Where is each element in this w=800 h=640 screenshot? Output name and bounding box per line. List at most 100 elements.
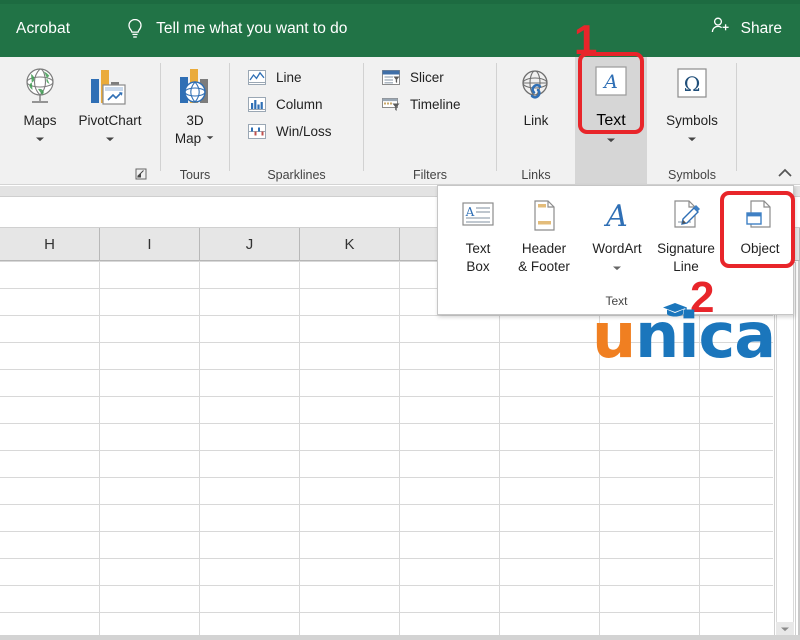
gallery-item-object-label: Object — [740, 240, 779, 258]
ribbon-group-symbols: Ω Symbols Symbols — [648, 57, 736, 185]
gallery-item-header-footer-label-line1: Header — [522, 241, 566, 256]
wordart-icon: A — [597, 194, 637, 236]
gallery-item-object[interactable]: Object — [726, 194, 794, 258]
ribbon: Maps PivotChart — [0, 57, 800, 185]
3d-map-button[interactable]: 3D Map — [159, 63, 231, 167]
grid-row-line — [0, 423, 773, 424]
timeline-icon — [380, 96, 402, 114]
grid-row-line — [0, 531, 773, 532]
globe-link-icon — [514, 63, 558, 109]
pivotchart-icon — [86, 63, 134, 109]
link-label: Link — [524, 113, 549, 129]
gallery-item-signature-line[interactable]: Signature Line — [648, 194, 724, 276]
text-A-icon: A — [589, 63, 633, 112]
gallery-item-text-box[interactable]: A Text Box — [444, 194, 512, 276]
3d-map-icon — [172, 63, 218, 109]
scroll-down-arrow-icon[interactable] — [776, 622, 794, 636]
sparkline-line-icon — [246, 69, 268, 87]
symbols-label: Symbols — [666, 113, 718, 129]
filters-group-label: Filters — [364, 168, 496, 182]
sparkline-winloss-button[interactable]: Win/Loss — [246, 119, 332, 144]
svg-text:A: A — [602, 71, 618, 93]
column-header-i[interactable]: I — [100, 228, 200, 261]
tell-me-search[interactable]: Tell me what you want to do — [126, 17, 347, 41]
chevron-down-icon[interactable] — [205, 129, 215, 145]
ribbon-group-links: Link Links — [497, 57, 575, 185]
gallery-item-text-box-label-line1: Text — [466, 241, 491, 256]
grid-row-line — [0, 612, 773, 613]
tell-me-placeholder: Tell me what you want to do — [156, 20, 347, 38]
grid-row-line — [0, 558, 773, 559]
pivotchart-button[interactable]: PivotChart — [62, 63, 158, 167]
group-separator — [736, 63, 737, 171]
chevron-down-icon[interactable] — [686, 130, 698, 148]
ribbon-tab-bar: Acrobat Tell me what you want to do Shar… — [0, 0, 800, 57]
ribbon-tab-acrobat[interactable]: Acrobat — [16, 20, 70, 38]
graduation-cap-icon — [662, 301, 688, 324]
unica-logo-watermark: unica — [592, 305, 800, 375]
sparkline-winloss-label: Win/Loss — [276, 124, 332, 139]
timeline-button[interactable]: Timeline — [380, 92, 461, 117]
collapse-ribbon-button[interactable] — [776, 166, 792, 178]
svg-text:A: A — [465, 205, 475, 219]
lightbulb-icon — [126, 17, 144, 41]
sparkline-winloss-icon — [246, 123, 268, 141]
sparkline-line-button[interactable]: Line — [246, 65, 302, 90]
symbols-group-label: Symbols — [648, 168, 736, 182]
pivotchart-label: PivotChart — [78, 113, 141, 129]
sparkline-column-button[interactable]: Column — [246, 92, 323, 117]
chevron-down-icon[interactable] — [34, 130, 46, 148]
text-button[interactable]: A Text — [575, 63, 647, 167]
slicer-label: Slicer — [410, 70, 444, 85]
chevron-down-icon[interactable] — [104, 130, 116, 148]
ribbon-group-tours: 3D Map Tours — [161, 57, 229, 185]
share-button[interactable]: Share — [710, 15, 782, 42]
sheet-bottom-edge — [0, 635, 800, 640]
sparkline-column-icon — [246, 96, 268, 114]
svg-text:A: A — [603, 199, 628, 234]
gallery-item-signature-line-label-line1: Signature — [657, 241, 715, 256]
grid-row-line — [0, 477, 773, 478]
share-label: Share — [741, 20, 782, 38]
column-header-h[interactable]: H — [0, 228, 100, 261]
signature-line-icon — [666, 194, 706, 236]
links-group-label: Links — [497, 168, 575, 182]
gallery-item-wordart[interactable]: A WordArt — [583, 194, 651, 277]
ribbon-group-filters: Slicer Timeline Filters — [364, 57, 496, 185]
gallery-item-wordart-label: WordArt — [592, 240, 641, 258]
chevron-down-icon[interactable] — [605, 131, 617, 149]
svg-text:Ω: Ω — [684, 72, 701, 96]
text-group-container: A Text — [575, 57, 647, 185]
3d-map-label-line2: Map — [175, 131, 201, 146]
text-button-label: Text — [596, 112, 625, 130]
ribbon-group-charts: Maps PivotChart — [0, 57, 160, 185]
sparkline-line-label: Line — [276, 70, 302, 85]
tours-group-label: Tours — [161, 168, 229, 182]
header-footer-icon — [524, 194, 564, 236]
unica-logo-nica: nica — [635, 299, 775, 372]
maps-label: Maps — [23, 113, 56, 129]
sparkline-column-label: Column — [276, 97, 323, 112]
gallery-item-header-footer-label-line2: & Footer — [518, 259, 570, 274]
3d-map-label-line1: 3D — [186, 113, 203, 128]
object-icon — [740, 194, 780, 236]
sparklines-group-label: Sparklines — [230, 168, 363, 182]
grid-row-line — [0, 396, 773, 397]
link-button[interactable]: Link — [500, 63, 572, 167]
grid-row-line — [0, 585, 773, 586]
chevron-down-icon[interactable] — [611, 259, 623, 277]
symbols-button[interactable]: Ω Symbols — [656, 63, 728, 167]
text-box-icon: A — [458, 194, 498, 236]
charts-dialog-launcher[interactable] — [134, 167, 148, 181]
timeline-label: Timeline — [410, 97, 461, 112]
annotation-number-1: 1 — [574, 19, 597, 61]
gallery-item-text-box-label-line2: Box — [466, 259, 489, 274]
column-header-k[interactable]: K — [300, 228, 400, 261]
text-gallery-dropdown[interactable]: A Text Box Header & Footer — [437, 185, 794, 315]
slicer-icon — [380, 69, 402, 87]
slicer-button[interactable]: Slicer — [380, 65, 444, 90]
omega-icon: Ω — [670, 63, 714, 109]
gallery-item-header-footer[interactable]: Header & Footer — [510, 194, 578, 276]
globe-map-icon — [18, 63, 62, 109]
column-header-j[interactable]: J — [200, 228, 300, 261]
